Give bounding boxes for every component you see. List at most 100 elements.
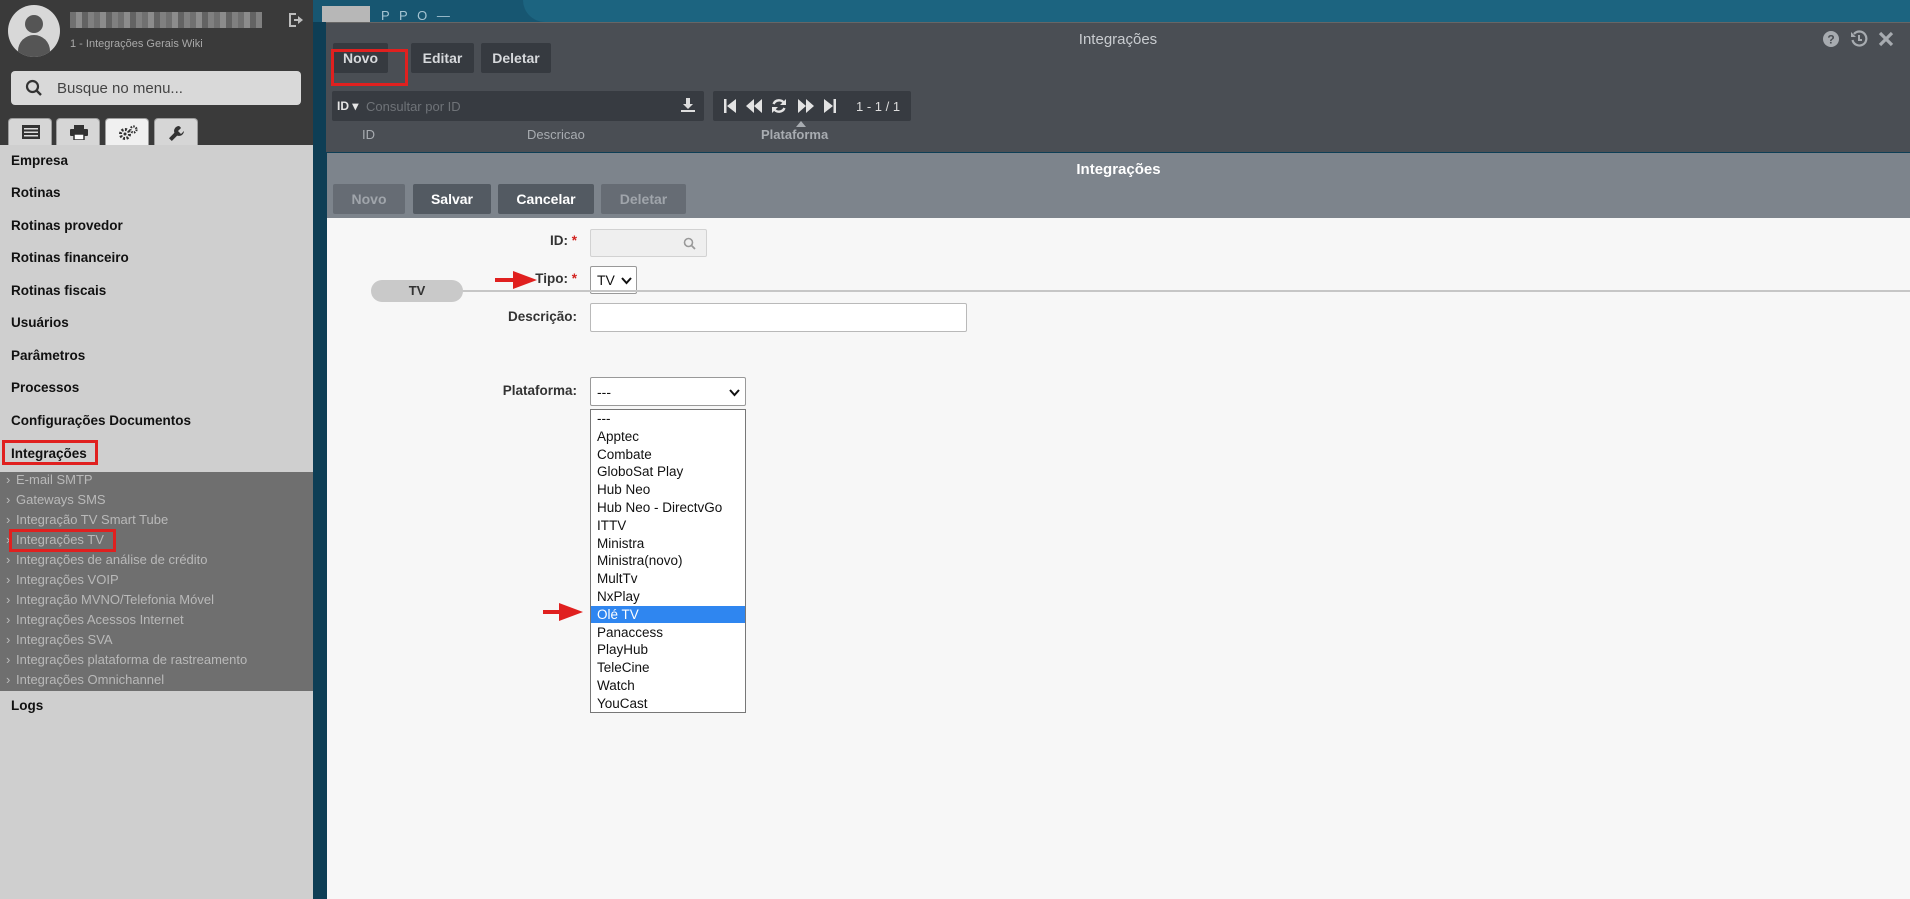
submenu-item[interactable]: › Integrações Omnichannel <box>6 672 164 687</box>
submenu-item[interactable]: › Integrações SVA <box>6 632 113 647</box>
menu-processos[interactable]: Processos <box>11 380 79 395</box>
option[interactable]: PlayHub <box>591 641 745 658</box>
top-tab-strip: P P O — <box>313 0 1910 23</box>
column-header-descricao[interactable]: Descricao <box>527 127 585 142</box>
first-page-icon[interactable] <box>723 98 737 114</box>
plataforma-dropdown-list: --- Apptec Combate GloboSat Play Hub Neo… <box>590 409 746 713</box>
id-label: ID: * <box>549 233 577 248</box>
column-header-id[interactable]: ID <box>362 127 375 142</box>
download-icon[interactable] <box>681 98 695 112</box>
option[interactable]: ITTV <box>591 517 745 534</box>
list-window: Integrações ? Novo Editar Deletar ID ▾ 1… <box>326 22 1910 152</box>
menu-search-input[interactable] <box>57 71 292 105</box>
submenu-item[interactable]: › Integrações de análise de crédito <box>6 552 208 567</box>
option[interactable]: Hub Neo - DirectvGo <box>591 499 745 516</box>
print-icon <box>70 125 88 140</box>
top-tab[interactable] <box>322 6 370 22</box>
previous-page-icon[interactable] <box>745 98 763 114</box>
search-icon[interactable] <box>683 237 696 250</box>
form-window: Integrações Novo Salvar Cancelar Deletar… <box>327 153 1910 899</box>
history-icon[interactable] <box>1850 30 1868 48</box>
submenu-integracoes: › E-mail SMTP › Gateways SMS › Integração T… <box>0 472 313 691</box>
next-page-icon[interactable] <box>797 98 815 114</box>
filter-input[interactable] <box>366 95 656 117</box>
menu-parametros[interactable]: Parâmetros <box>11 348 85 363</box>
close-icon[interactable] <box>1877 30 1895 48</box>
option[interactable]: Hub Neo <box>591 481 745 498</box>
descricao-input[interactable] <box>590 303 967 332</box>
tab-print[interactable] <box>56 118 100 145</box>
highlight-box-integracoes <box>2 440 98 465</box>
option[interactable]: Panaccess <box>591 624 745 641</box>
search-icon <box>25 79 42 96</box>
submenu-item[interactable]: › Integrações plataforma de rastreamento <box>6 652 247 667</box>
option[interactable]: GloboSat Play <box>591 463 745 480</box>
option[interactable]: --- <box>591 410 745 427</box>
form-delete-button[interactable]: Deletar <box>601 184 686 214</box>
list-icon <box>22 125 40 139</box>
menu-usuarios[interactable]: Usuários <box>11 315 69 330</box>
section-tv-label: TV <box>371 280 463 302</box>
tab-tools[interactable] <box>154 118 198 145</box>
cancel-button[interactable]: Cancelar <box>498 184 594 214</box>
submenu-item[interactable]: › Integrações VOIP <box>6 572 119 587</box>
list-window-title: Integrações <box>1078 31 1158 48</box>
filter-field-select[interactable]: ID ▾ <box>337 99 358 113</box>
tab-list[interactable] <box>8 118 52 145</box>
option[interactable]: Ministra <box>591 535 745 552</box>
option[interactable]: Apptec <box>591 428 745 445</box>
refresh-icon[interactable] <box>771 98 787 114</box>
menu-search[interactable] <box>11 71 301 105</box>
chevron-down-icon <box>729 389 740 397</box>
option[interactable]: MultTv <box>591 570 745 587</box>
plataforma-label: Plataforma: <box>502 383 577 398</box>
menu-rotinas-financeiro[interactable]: Rotinas financeiro <box>11 250 129 265</box>
option[interactable]: TeleCine <box>591 659 745 676</box>
top-tab-label: P P O — <box>381 8 453 23</box>
pager-count: 1 - 1 / 1 <box>856 99 901 114</box>
menu-rotinas[interactable]: Rotinas <box>11 185 61 200</box>
option[interactable]: NxPlay <box>591 588 745 605</box>
pager: 1 - 1 / 1 <box>713 91 911 121</box>
menu-configuracoes-documentos[interactable]: Configurações Documentos <box>11 413 191 428</box>
form-new-button[interactable]: Novo <box>333 184 405 214</box>
highlight-box-integracoes-tv <box>9 529 116 552</box>
avatar[interactable] <box>8 5 60 57</box>
menu-rotinas-provedor[interactable]: Rotinas provedor <box>11 218 123 233</box>
menu-logs[interactable]: Logs <box>11 698 43 713</box>
tab-settings[interactable] <box>105 118 149 145</box>
option[interactable]: Combate <box>591 446 745 463</box>
column-header-plataforma[interactable]: Plataforma <box>761 127 828 142</box>
logout-icon[interactable] <box>286 10 306 30</box>
option[interactable]: YouCast <box>591 695 745 712</box>
submenu-item[interactable]: › E-mail SMTP <box>6 472 93 487</box>
form-title: Integrações <box>1076 161 1161 178</box>
option[interactable]: Ministra(novo) <box>591 552 745 569</box>
save-button[interactable]: Salvar <box>413 184 491 214</box>
user-name-blurred <box>70 12 262 28</box>
tipo-value: TV <box>597 272 615 288</box>
plataforma-value: --- <box>597 384 611 400</box>
chevron-down-icon <box>621 277 632 285</box>
red-arrow-icon <box>543 603 583 621</box>
list-delete-button[interactable]: Deletar <box>481 43 551 73</box>
menu-rotinas-fiscais[interactable]: Rotinas fiscais <box>11 283 106 298</box>
submenu-item[interactable]: › Integrações Acessos Internet <box>6 612 184 627</box>
sidebar-header: 1 - Integrações Gerais Wiki <box>0 0 313 145</box>
submenu-item[interactable]: › Integração TV Smart Tube <box>6 512 168 527</box>
wrench-icon <box>169 126 184 141</box>
filter-bar: ID ▾ <box>332 91 704 121</box>
menu-empresa[interactable]: Empresa <box>11 153 68 168</box>
help-icon[interactable]: ? <box>1822 30 1840 48</box>
last-page-icon[interactable] <box>823 98 837 114</box>
list-edit-button[interactable]: Editar <box>411 43 474 73</box>
id-field[interactable] <box>590 229 707 257</box>
plataforma-select[interactable]: --- <box>590 377 746 406</box>
submenu-item[interactable]: › Gateways SMS <box>6 492 106 507</box>
gears-icon <box>119 125 138 140</box>
submenu-item[interactable]: › Integração MVNO/Telefonia Móvel <box>6 592 214 607</box>
top-bar-decoration <box>523 0 1910 22</box>
option[interactable]: Watch <box>591 677 745 694</box>
form-header: Integrações Novo Salvar Cancelar Deletar <box>327 153 1910 218</box>
option-selected[interactable]: Olé TV <box>591 605 745 623</box>
